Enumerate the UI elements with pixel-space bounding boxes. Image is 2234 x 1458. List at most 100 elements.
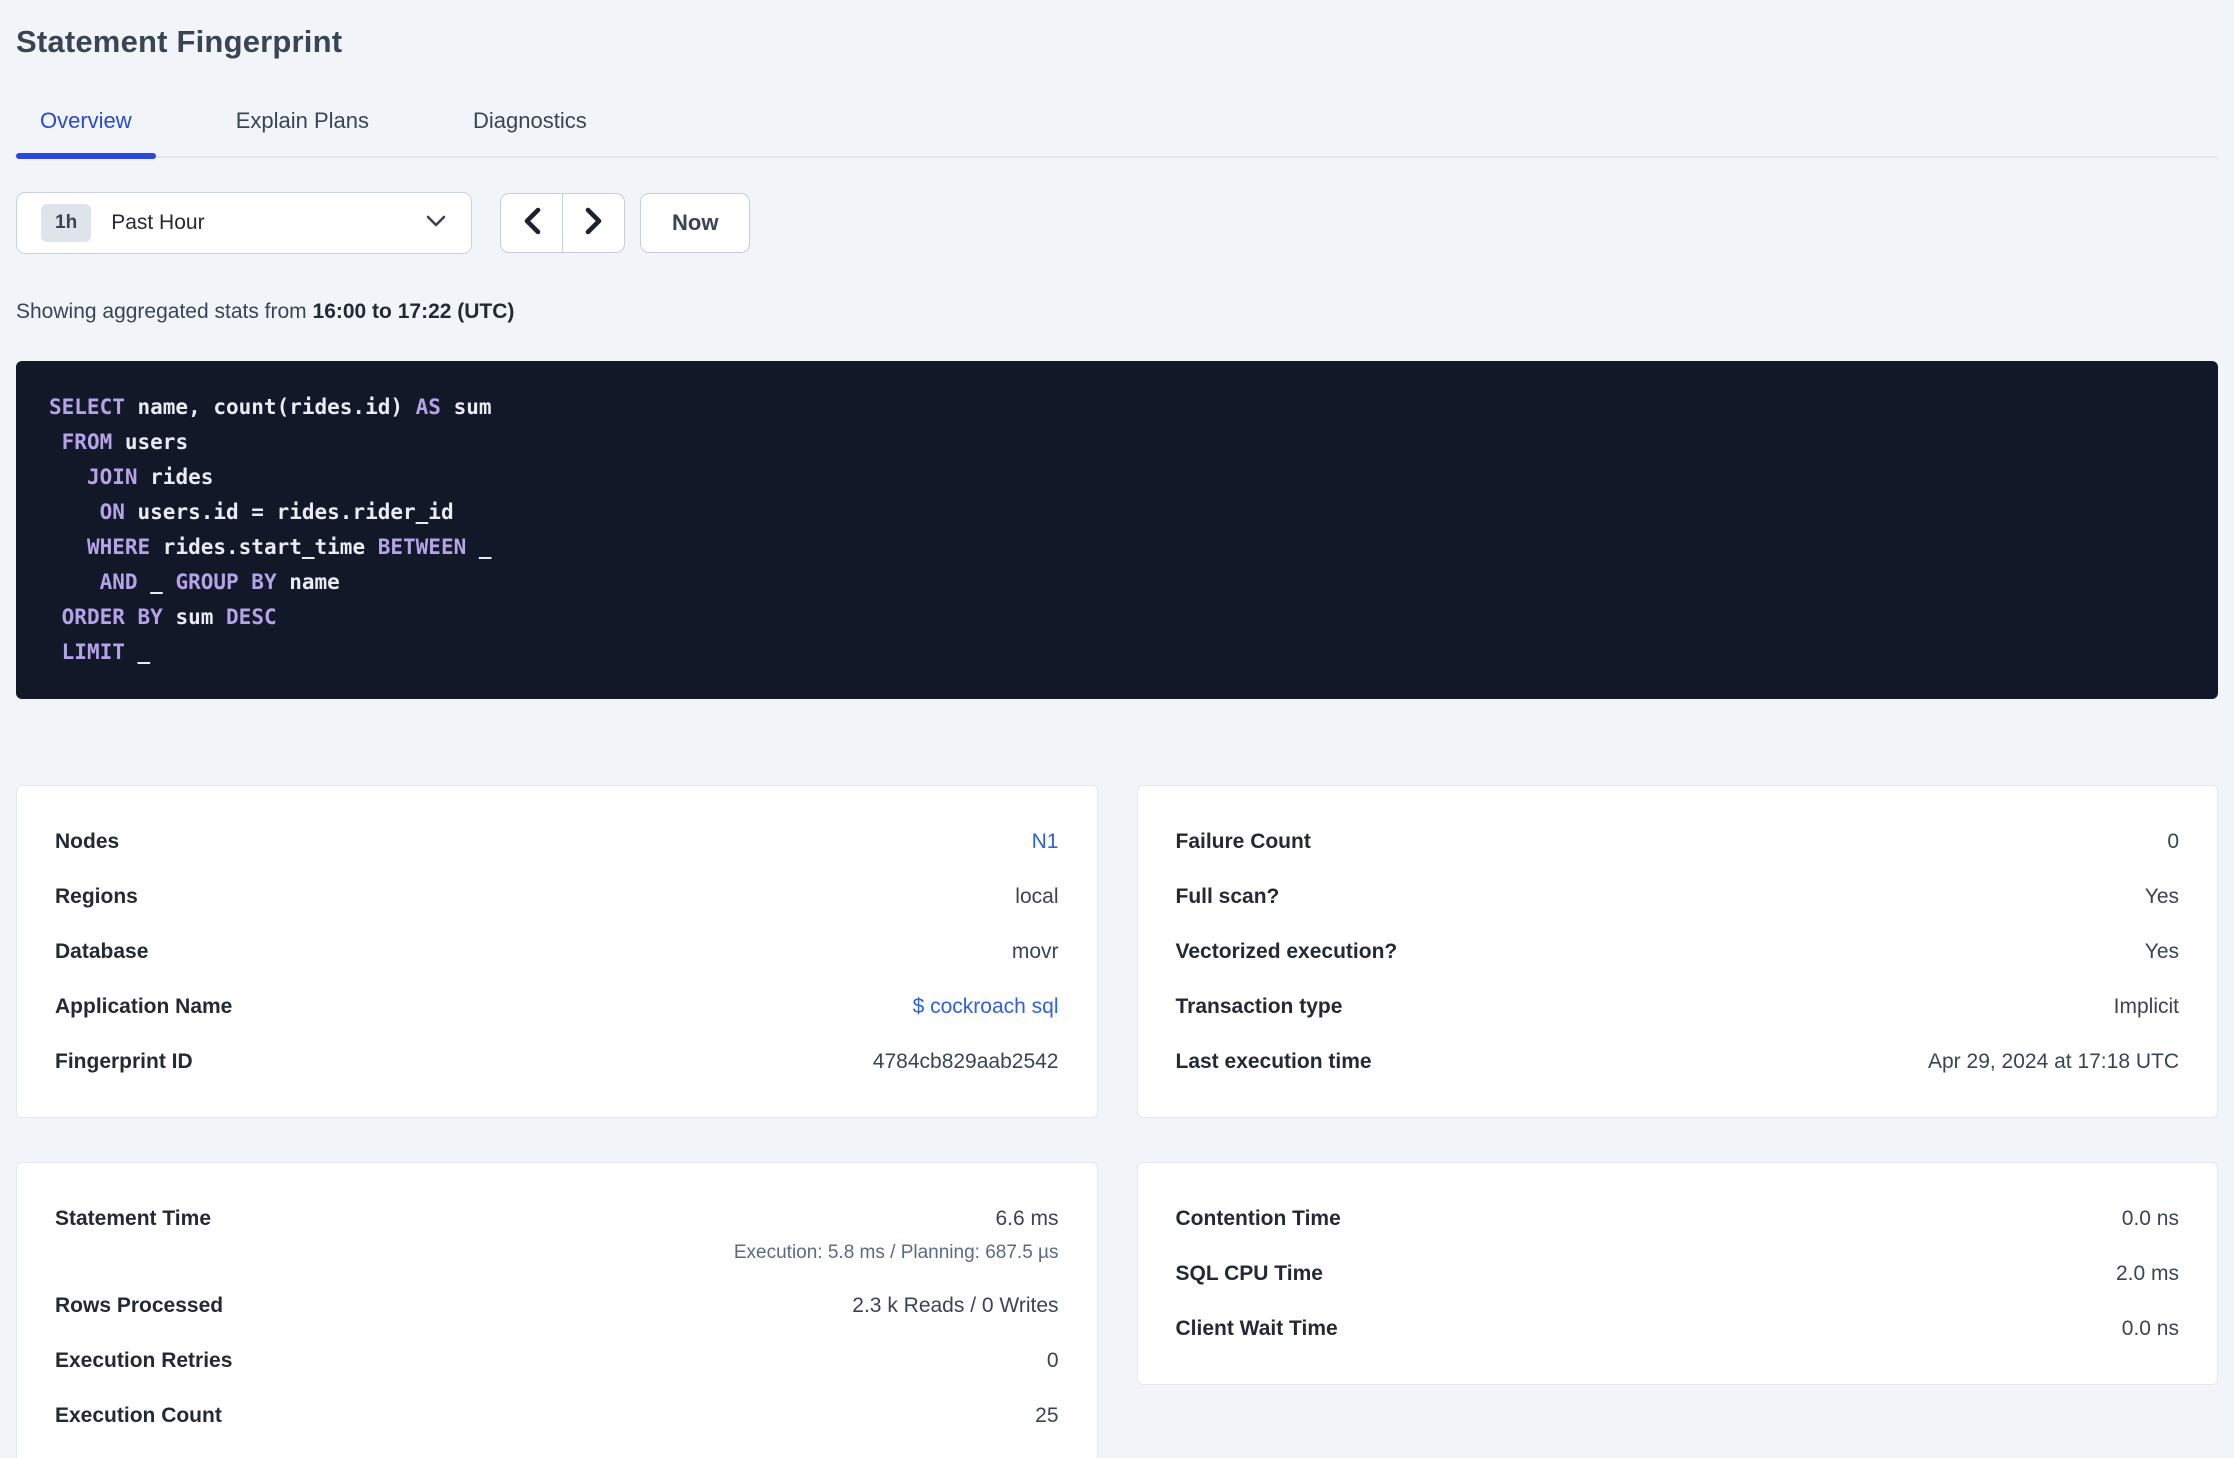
sql-line: AND _ GROUP BY name — [49, 565, 2198, 600]
sql-text: users — [112, 430, 189, 454]
stat-value-group: 4784cb829aab2542 — [873, 1048, 1059, 1075]
stat-value-group: 0 — [2167, 828, 2179, 855]
statement-fingerprint-page: Statement Fingerprint Overview Explain Pl… — [0, 24, 2234, 1458]
sql-keyword: GROUP BY — [175, 570, 277, 594]
stat-value-group: Implicit — [2114, 993, 2179, 1020]
stat-row: Execution Retries 0 — [55, 1333, 1059, 1388]
sql-line: ORDER BY sum DESC — [49, 600, 2198, 635]
stat-row: Client Wait Time 0.0 ns — [1176, 1301, 2180, 1356]
sql-text: name — [276, 570, 340, 594]
tab-diagnostics[interactable]: Diagnostics — [449, 98, 611, 156]
stat-value: 0.0 ns — [2121, 1207, 2179, 1230]
sql-line: JOIN rides — [49, 460, 2198, 495]
time-range-badge: 1h — [41, 204, 92, 242]
stat-value-group: local — [1015, 883, 1058, 910]
sql-keyword: AND — [99, 570, 138, 594]
sql-statement-box: SELECT name, count(rides.id) AS sum FROM… — [16, 361, 2218, 699]
stat-label: Execution Count — [55, 1404, 222, 1427]
sql-text: sum — [162, 605, 227, 629]
stat-value: movr — [1011, 940, 1059, 963]
sql-text: _ — [137, 570, 176, 594]
stat-label: Nodes — [55, 830, 120, 853]
stat-row: Transaction type Implicit — [1176, 979, 2180, 1034]
stat-value-link[interactable]: $ cockroach sql — [913, 993, 1059, 1020]
stat-value: 25 — [1035, 1404, 1059, 1427]
previous-time-button[interactable] — [500, 193, 563, 253]
stat-row: Full scan? Yes — [1176, 869, 2180, 924]
stat-label: Contention Time — [1175, 1207, 1341, 1230]
stat-value-link[interactable]: N1 — [1032, 828, 1059, 855]
stat-label: Application Name — [55, 995, 233, 1018]
statement-timings-card: Statement Time 6.6 ms Execution: 5.8 ms / … — [16, 1162, 1098, 1458]
stat-value: 2.0 ms — [2115, 1262, 2179, 1285]
aggregated-stats-caption: Showing aggregated stats from 16:00 to 1… — [16, 300, 2218, 324]
sql-keyword: AS — [415, 395, 441, 419]
stat-row: Statement Time 6.6 ms Execution: 5.8 ms / … — [55, 1191, 1059, 1278]
time-range-label: Past Hour — [111, 211, 205, 234]
sql-keyword: FROM — [61, 430, 113, 454]
sql-line: WHERE rides.start_time BETWEEN _ — [49, 530, 2198, 565]
stat-row: Contention Time 0.0 ns — [1176, 1191, 2180, 1246]
next-time-button[interactable] — [562, 193, 625, 253]
stat-row: Nodes N1 — [55, 814, 1059, 869]
stat-label: Last execution time — [1175, 1050, 1372, 1073]
stat-value-group: movr — [1012, 938, 1059, 965]
time-toolbar: 1h Past Hour Now — [16, 192, 2218, 254]
chevron-left-icon — [521, 206, 543, 241]
stat-row: Rows Processed 2.3 k Reads / 0 Writes — [55, 1278, 1059, 1333]
tab-explain-plans[interactable]: Explain Plans — [212, 98, 393, 156]
tab-overview[interactable]: Overview — [16, 98, 156, 159]
stat-value-group: Yes — [2145, 883, 2179, 910]
stat-row: Database movr — [55, 924, 1059, 979]
stat-value-group: 0.0 ns — [2122, 1315, 2179, 1342]
execution-attributes-card: Failure Count 0 Full scan? Yes Vectorized ex… — [1136, 785, 2218, 1118]
stat-value-group: 0 — [1047, 1347, 1059, 1374]
time-range-picker[interactable]: 1h Past Hour — [16, 192, 472, 254]
stat-row: Last execution time Apr 29, 2024 at 17:18… — [1176, 1034, 2180, 1089]
stat-row: Execution Count 25 — [55, 1388, 1059, 1443]
sql-line: LIMIT _ — [49, 635, 2198, 670]
time-nav-group — [500, 193, 625, 253]
wait-times-card: Contention Time 0.0 ns SQL CPU Time 2.0 ms C… — [1136, 1162, 2218, 1385]
stat-value: 2.3 k Reads / 0 Writes — [852, 1294, 1059, 1317]
sql-keyword: WHERE — [86, 535, 151, 559]
stat-label: Regions — [55, 885, 138, 908]
stat-value-group: 25 — [1035, 1402, 1058, 1429]
stat-row: Failure Count 0 — [1176, 814, 2180, 869]
sql-text: _ — [124, 640, 151, 664]
stat-value: Yes — [2144, 885, 2179, 908]
stat-label: Vectorized execution? — [1175, 940, 1398, 963]
sql-text: sum — [440, 395, 492, 419]
sql-text: name, count(rides.id) — [124, 395, 416, 419]
stat-value: local — [1015, 885, 1059, 908]
stat-value-group: 6.6 ms Execution: 5.8 ms / Planning: 687.… — [734, 1205, 1059, 1264]
sql-keyword: JOIN — [86, 465, 138, 489]
stat-value-group: N1 — [1032, 828, 1059, 855]
stat-label: Full scan? — [1175, 885, 1280, 908]
now-button[interactable]: Now — [640, 193, 751, 253]
stat-value: 6.6 ms — [995, 1207, 1059, 1230]
page-title: Statement Fingerprint — [16, 24, 343, 59]
stat-row: Application Name $ cockroach sql — [55, 979, 1059, 1034]
stat-value-group: Yes — [2145, 938, 2179, 965]
stat-value: 4784cb829aab2542 — [872, 1050, 1059, 1073]
stat-value-group: 0.0 ns — [2122, 1205, 2179, 1232]
aggregated-stats-range: 16:00 to 17:22 (UTC) — [312, 300, 515, 323]
stat-row: Vectorized execution? Yes — [1176, 924, 2180, 979]
stat-value: 0 — [2167, 830, 2179, 853]
sql-keyword: LIMIT — [61, 640, 125, 664]
chevron-right-icon — [583, 206, 605, 241]
stat-value: Apr 29, 2024 at 17:18 UTC — [1928, 1050, 2179, 1073]
stat-label: SQL CPU Time — [1175, 1262, 1323, 1285]
stat-value-group: Apr 29, 2024 at 17:18 UTC — [1928, 1048, 2179, 1075]
sql-keyword: DESC — [226, 605, 277, 629]
summary-cards-row-2: Statement Time 6.6 ms Execution: 5.8 ms / … — [16, 1162, 2218, 1458]
stat-label: Failure Count — [1175, 830, 1311, 853]
stat-label: Transaction type — [1175, 995, 1343, 1018]
